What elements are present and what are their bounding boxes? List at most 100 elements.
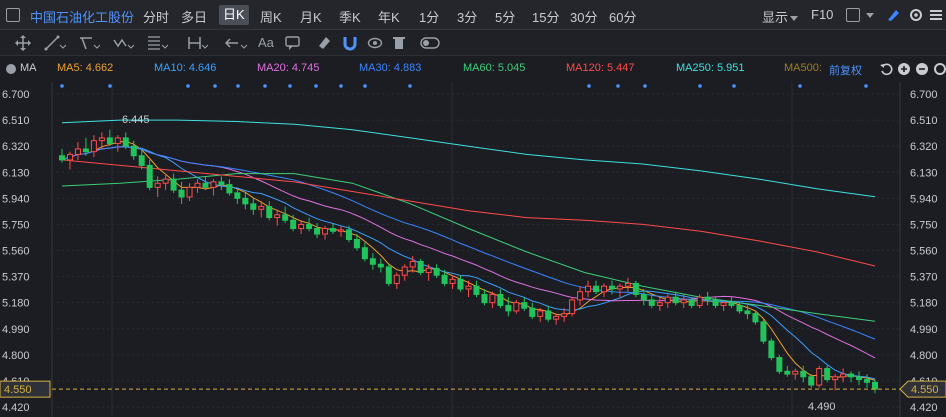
candle-body xyxy=(90,140,97,153)
tab-5min[interactable]: 5分 xyxy=(495,7,515,26)
candle-body xyxy=(298,223,305,230)
magnet-icon[interactable] xyxy=(342,34,358,52)
tab-quarterly-k[interactable]: 季K xyxy=(339,7,361,26)
settings-icon[interactable] xyxy=(933,62,946,76)
tab-yearly-k[interactable]: 年K xyxy=(378,7,400,26)
candle xyxy=(250,196,257,215)
event-marker-dot xyxy=(236,84,240,88)
toggle-icon[interactable] xyxy=(420,34,440,52)
range-tool-icon[interactable] xyxy=(186,34,208,52)
y-tick-label: 4.420 xyxy=(2,402,30,414)
f10-button[interactable]: F10 xyxy=(811,7,833,22)
candle-body xyxy=(465,285,472,290)
candle-body xyxy=(66,153,73,161)
tab-15min[interactable]: 15分 xyxy=(532,7,559,26)
move-cursor-icon[interactable] xyxy=(14,34,32,52)
undo-icon[interactable] xyxy=(879,62,893,76)
y-tick-label: 5.180 xyxy=(2,298,30,310)
drawing-toolbar: Aa xyxy=(0,30,946,56)
zoom-in-icon[interactable] xyxy=(897,62,911,76)
event-marker-dot xyxy=(698,84,702,88)
chevron-down-icon[interactable] xyxy=(866,13,874,18)
candle-body xyxy=(497,293,504,306)
eraser-icon[interactable] xyxy=(316,34,332,52)
candle xyxy=(154,176,161,197)
ma-title[interactable]: MA xyxy=(20,62,37,74)
candle-body xyxy=(425,267,432,273)
event-marker-dot xyxy=(314,84,318,88)
y-tick-label: 6.320 xyxy=(2,141,30,153)
chevron-down-icon xyxy=(790,16,799,22)
tab-weekly-k[interactable]: 周K xyxy=(260,7,282,26)
candle-body xyxy=(353,239,360,249)
candle xyxy=(122,132,129,149)
candle-body xyxy=(266,206,273,219)
candle-body xyxy=(282,214,289,221)
candle-body xyxy=(768,340,775,359)
candle xyxy=(569,297,576,317)
wave-tool-icon[interactable] xyxy=(112,34,134,52)
window-icon[interactable] xyxy=(6,8,20,22)
y-axis-right: 6.700 6.510 6.320 6.130 5.940 5.750 5.560 5.370… xyxy=(910,89,938,414)
tab-daily-k[interactable]: 日K xyxy=(219,5,249,25)
candle xyxy=(170,173,177,193)
ma10-label: MA10: 4.646 xyxy=(154,62,217,74)
checkbox-icon[interactable] xyxy=(846,8,860,22)
pen-icon[interactable] xyxy=(885,7,901,23)
event-marker-dot xyxy=(213,84,217,88)
arrow-tool-icon[interactable] xyxy=(224,34,248,52)
low-annotation: 4.490 xyxy=(808,401,836,413)
y-tick-label: 5.750 xyxy=(910,219,938,231)
event-marker-dot xyxy=(339,84,343,88)
settings-icon[interactable] xyxy=(908,7,924,23)
trash-icon[interactable] xyxy=(391,34,407,52)
tab-30min[interactable]: 30分 xyxy=(570,7,597,26)
candle-body xyxy=(608,285,615,290)
candle xyxy=(90,135,97,158)
text-tool-button[interactable]: Aa xyxy=(258,34,274,52)
candle-body xyxy=(74,148,81,155)
eye-icon[interactable] xyxy=(367,34,383,52)
tab-3min[interactable]: 3分 xyxy=(457,7,477,26)
candle-body xyxy=(417,260,424,273)
adjust-label[interactable]: 前复权 xyxy=(829,62,862,78)
fibonacci-tool-icon[interactable] xyxy=(146,34,168,52)
candle xyxy=(648,294,655,309)
collapse-icon[interactable] xyxy=(6,64,16,74)
candle-body xyxy=(736,304,743,312)
y-tick-label: 6.130 xyxy=(910,167,938,179)
tab-monthly-k[interactable]: 月K xyxy=(300,7,322,26)
tab-multi-day[interactable]: 多日 xyxy=(181,7,207,26)
kline-chart[interactable]: 6.700 6.510 6.320 6.130 5.940 5.750 5.560 5.370… xyxy=(0,82,946,417)
candle-body xyxy=(114,137,121,144)
candle-body xyxy=(250,203,257,210)
candle xyxy=(369,253,376,270)
candle-body xyxy=(473,285,480,295)
event-marker-dot xyxy=(288,84,292,88)
candle-body xyxy=(688,299,695,306)
candle-body xyxy=(178,189,185,198)
tab-intraday[interactable]: 分时 xyxy=(143,7,169,26)
y-tick-label: 5.940 xyxy=(910,193,938,205)
channel-tool-icon[interactable] xyxy=(78,34,100,52)
tab-60min[interactable]: 60分 xyxy=(609,7,636,26)
display-menu[interactable]: 显示 xyxy=(762,7,799,26)
comment-icon[interactable] xyxy=(285,34,301,52)
line-tool-icon[interactable] xyxy=(44,34,66,52)
candle xyxy=(704,291,711,306)
candle xyxy=(393,272,400,289)
candle xyxy=(210,179,217,196)
candle-body xyxy=(776,357,783,372)
candle xyxy=(624,277,631,292)
candle-body xyxy=(720,302,727,306)
candle-body xyxy=(640,293,647,301)
stock-name[interactable]: 中国石油化工股份 xyxy=(30,7,134,26)
candle-body xyxy=(441,274,448,284)
zoom-out-icon[interactable] xyxy=(915,62,929,76)
tab-1min[interactable]: 1分 xyxy=(419,7,439,26)
candle-body xyxy=(489,293,496,304)
ma5-label: MA5: 4.662 xyxy=(57,62,114,74)
candle-body xyxy=(330,228,336,232)
candle-body xyxy=(696,296,703,306)
menu-icon[interactable] xyxy=(928,7,944,23)
